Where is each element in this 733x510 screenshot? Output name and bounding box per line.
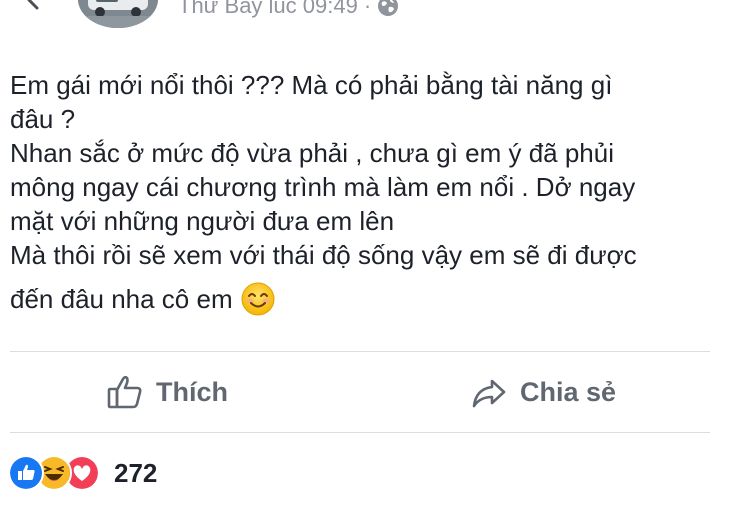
meta-separator: · xyxy=(363,0,372,18)
avatar-photo xyxy=(78,0,158,28)
share-arrow-icon xyxy=(472,379,506,408)
reactions-summary[interactable]: 272 xyxy=(8,455,157,491)
thumbs-up-icon xyxy=(107,375,142,409)
post-line: Nhan sắc ở mức độ vừa phải , chưa gì em … xyxy=(10,138,615,168)
like-button[interactable]: Thích xyxy=(106,352,228,432)
post-header: Thứ Bảy lúc 09:49 · xyxy=(0,0,733,28)
avatar[interactable] xyxy=(78,0,158,28)
like-reaction-icon xyxy=(8,455,44,491)
post-view: Thứ Bảy lúc 09:49 · Em gái mới nổi thôi … xyxy=(0,0,733,510)
share-button[interactable]: Chia sẻ xyxy=(470,352,616,432)
like-label: Thích xyxy=(156,376,228,407)
post-meta: Thứ Bảy lúc 09:49 · xyxy=(178,0,399,18)
share-label: Chia sẻ xyxy=(520,376,617,407)
post-actions: Thích Chia sẻ xyxy=(0,352,733,432)
post-line: đến đâu nha cô em xyxy=(10,284,233,314)
post-timestamp[interactable]: Thứ Bảy lúc 09:49 xyxy=(178,0,358,19)
smiling-face-icon xyxy=(241,282,275,316)
post-line: Mà thôi rồi sẽ xem với thái độ sống vậy … xyxy=(10,240,637,270)
post-line: mông ngay cái chương trình mà làm em nổi… xyxy=(10,172,636,202)
post-line: Em gái mới nổi thôi ??? Mà có phải bằng … xyxy=(10,70,613,100)
globe-icon xyxy=(378,0,399,16)
post-line-last: đến đâu nha cô em xyxy=(10,282,720,316)
divider xyxy=(10,432,710,433)
reaction-count: 272 xyxy=(114,457,158,488)
post-body: Em gái mới nổi thôi ??? Mà có phải bằng … xyxy=(10,68,720,316)
post-line: mặt với những người đưa em lên xyxy=(10,206,395,236)
back-arrow-icon[interactable] xyxy=(22,0,46,12)
post-line: đâu ? xyxy=(10,104,76,134)
